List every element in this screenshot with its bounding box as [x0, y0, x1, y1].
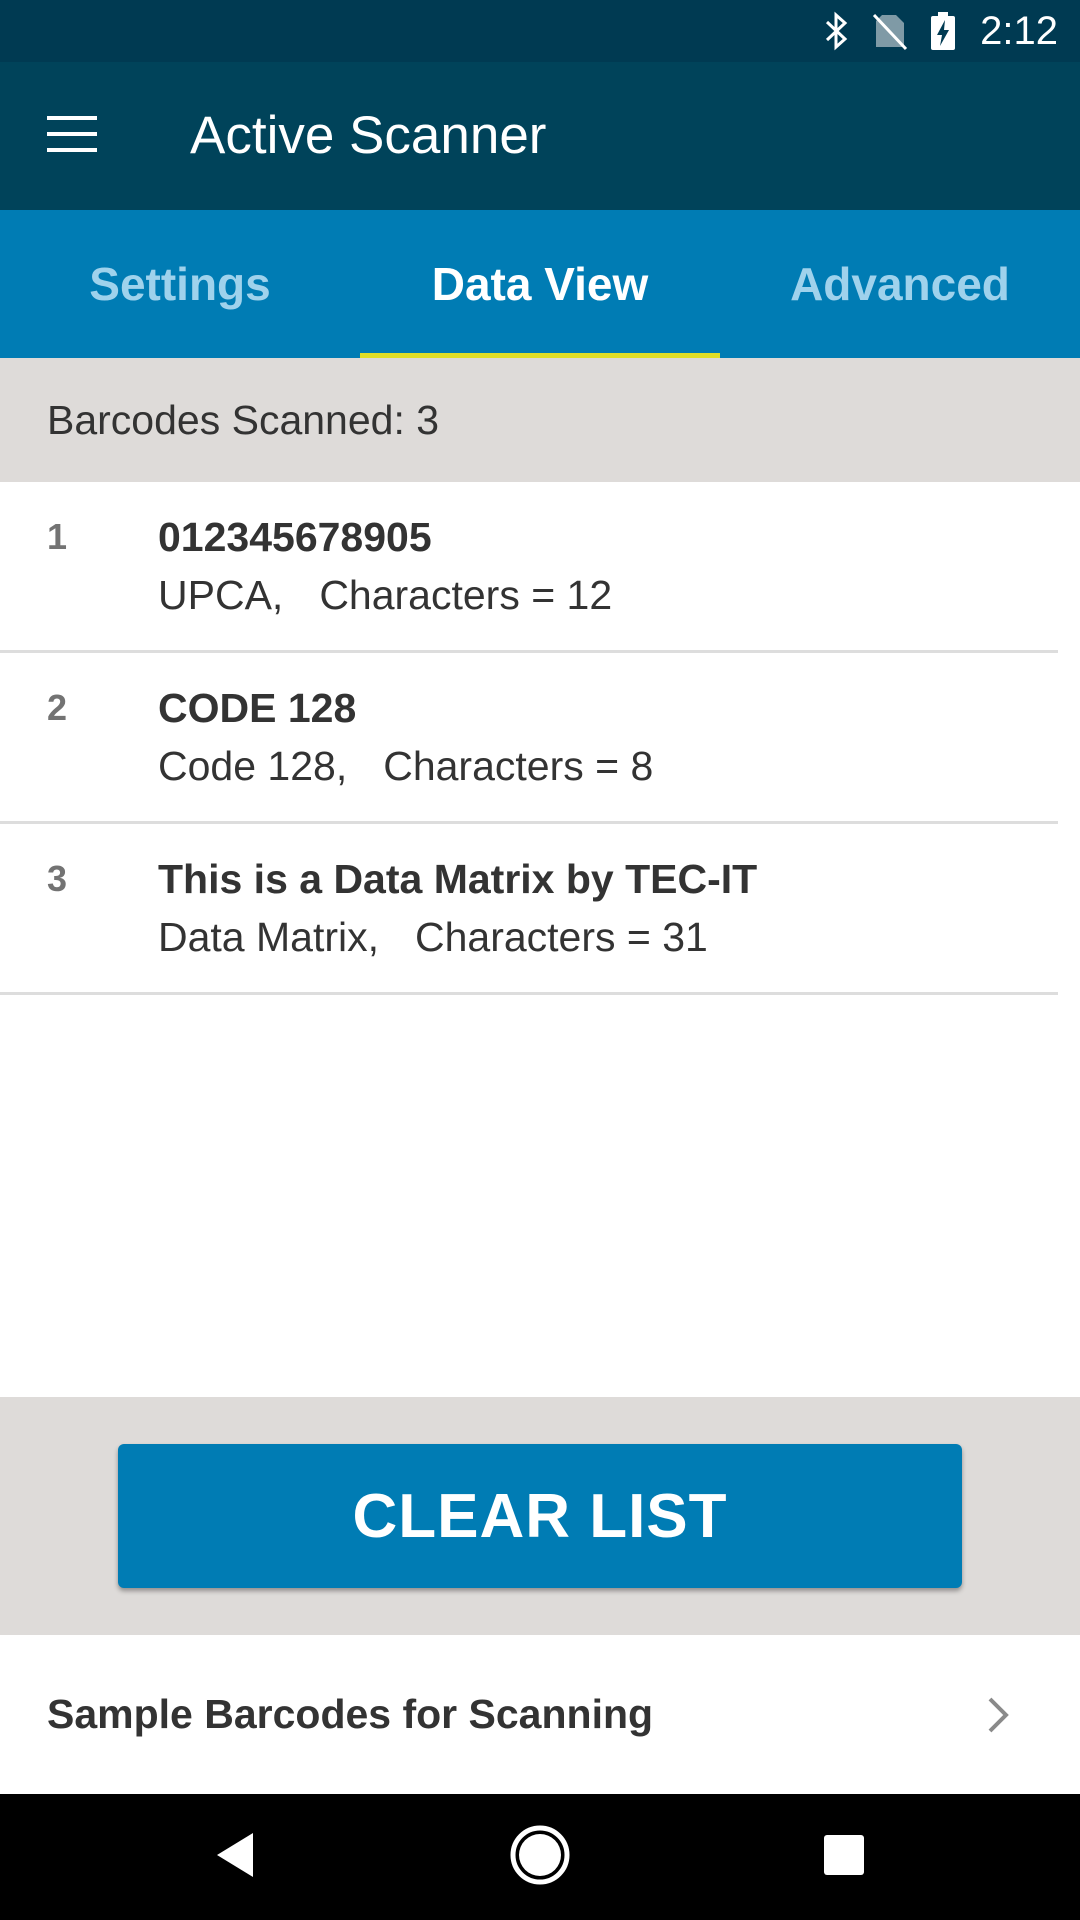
barcode-list: 1 012345678905 UPCA, Characters = 12 2 CO… [0, 482, 1080, 995]
tab-bar: Settings Data View Advanced [0, 210, 1080, 358]
list-item[interactable]: 2 CODE 128 Code 128, Characters = 8 [0, 653, 1058, 824]
sample-barcodes-row[interactable]: Sample Barcodes for Scanning [0, 1635, 1080, 1794]
recents-icon [823, 1834, 865, 1881]
tab-data-view[interactable]: Data View [360, 210, 720, 358]
sample-barcodes-label: Sample Barcodes for Scanning [47, 1691, 654, 1737]
app-title: Active Scanner [190, 106, 547, 165]
barcodes-scanned-count: Barcodes Scanned: 3 [47, 397, 440, 443]
item-meta: Code 128, Characters = 8 [158, 743, 653, 790]
no-sim-icon [872, 11, 908, 51]
tab-advanced[interactable]: Advanced [720, 210, 1080, 358]
clear-list-area: CLEAR LIST [0, 1397, 1080, 1635]
back-icon [213, 1831, 257, 1884]
item-symbology: Data Matrix, [158, 914, 379, 960]
item-characters: Characters = 8 [383, 743, 654, 789]
item-data: CODE 128 [158, 685, 357, 731]
status-time: 2:12 [980, 8, 1058, 53]
clear-list-button[interactable]: CLEAR LIST [118, 1444, 962, 1588]
item-data: This is a Data Matrix by TEC-IT [158, 856, 758, 902]
home-button[interactable] [500, 1817, 580, 1897]
item-meta: UPCA, Characters = 12 [158, 572, 612, 619]
item-characters: Characters = 31 [415, 914, 708, 960]
item-meta: Data Matrix, Characters = 31 [158, 914, 708, 961]
status-bar: 2:12 [0, 0, 1080, 62]
back-button[interactable] [195, 1817, 275, 1897]
status-icons: 2:12 [824, 0, 1058, 62]
item-data: 012345678905 [158, 514, 432, 560]
item-characters: Characters = 12 [319, 572, 613, 618]
tab-settings[interactable]: Settings [0, 210, 360, 358]
chevron-right-icon [978, 1690, 1018, 1740]
menu-button[interactable] [30, 98, 114, 174]
list-item[interactable]: 3 This is a Data Matrix by TEC-IT Data M… [0, 824, 1058, 995]
item-index: 2 [47, 687, 68, 728]
battery-charging-icon [930, 11, 956, 51]
summary-bar: Barcodes Scanned: 3 [0, 358, 1080, 482]
home-icon [508, 1823, 572, 1892]
item-symbology: Code 128, [158, 743, 348, 789]
hamburger-menu-icon [47, 115, 97, 157]
recents-button[interactable] [804, 1817, 884, 1897]
item-index: 1 [47, 516, 68, 557]
navigation-bar [0, 1794, 1080, 1920]
item-symbology: UPCA, [158, 572, 284, 618]
bluetooth-icon [824, 11, 850, 51]
item-index: 3 [47, 858, 68, 899]
list-item[interactable]: 1 012345678905 UPCA, Characters = 12 [0, 482, 1058, 653]
app-bar: Active Scanner [0, 62, 1080, 210]
